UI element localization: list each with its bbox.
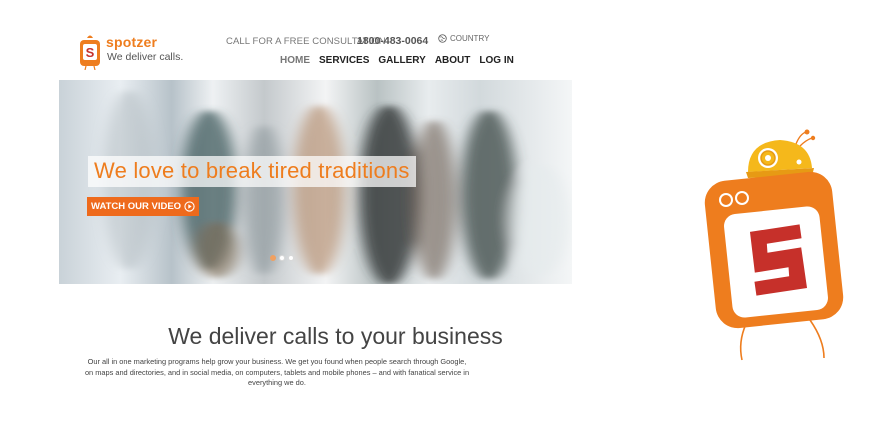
carousel-indicators — [270, 255, 294, 261]
svg-text:S: S — [86, 45, 95, 60]
brand-logo[interactable]: S spotzer We deliver calls. — [78, 32, 188, 76]
mascot-illustration — [704, 129, 844, 361]
carousel-dot[interactable] — [288, 255, 294, 261]
nav-gallery[interactable]: GALLERY — [378, 55, 425, 66]
country-label: COUNTRY — [450, 34, 490, 43]
main-nav: HOME SERVICES GALLERY ABOUT LOG IN — [280, 55, 514, 66]
nav-login[interactable]: LOG IN — [479, 55, 513, 66]
play-circle-icon — [184, 201, 195, 212]
phone-number[interactable]: 1800-483-0064 — [357, 35, 428, 47]
globe-icon — [438, 34, 447, 43]
carousel-dot[interactable] — [279, 255, 285, 261]
watch-video-label: WATCH OUR VIDEO — [91, 201, 182, 212]
nav-about[interactable]: ABOUT — [435, 55, 471, 66]
carousel-dot[interactable] — [270, 255, 276, 261]
spotzer-logo-icon: S — [80, 35, 100, 70]
watch-video-button[interactable]: WATCH OUR VIDEO — [87, 197, 200, 216]
section-title: We deliver calls to your business — [168, 323, 503, 349]
hero-headline: We love to break tired traditions — [88, 156, 416, 187]
section-body: Our all in one marketing programs help g… — [84, 357, 470, 387]
brand-tagline: We deliver calls. — [107, 51, 184, 63]
nav-home[interactable]: HOME — [280, 55, 310, 66]
country-selector[interactable]: COUNTRY — [438, 34, 489, 43]
nav-services[interactable]: SERVICES — [319, 55, 369, 66]
hero-banner: We love to break tired traditions WATCH … — [59, 80, 572, 284]
brand-name: spotzer — [106, 34, 158, 50]
